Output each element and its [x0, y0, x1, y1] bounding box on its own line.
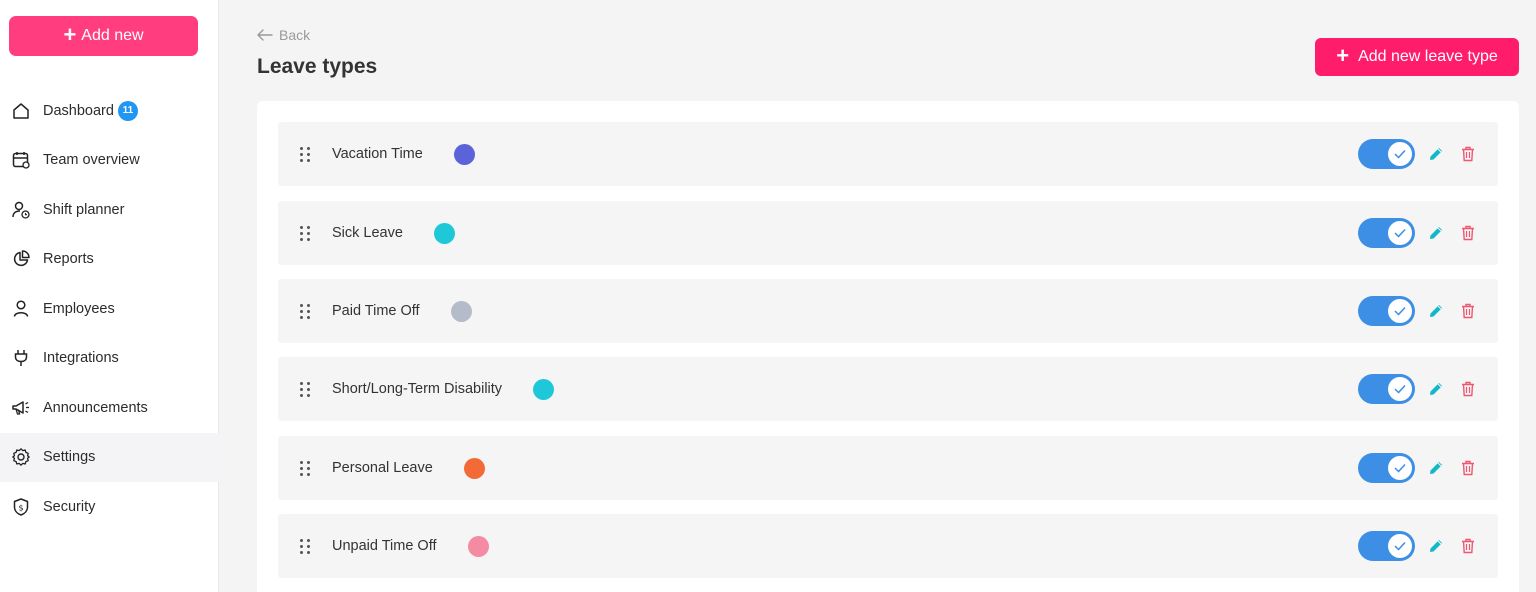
- row-actions: [1358, 201, 1477, 265]
- pencil-icon[interactable]: [1425, 457, 1447, 479]
- sidebar-nav: Dashboard 11 Team overview Shift planner…: [0, 86, 219, 532]
- sidebar: + Add new Dashboard 11 Team overview Shi…: [0, 0, 219, 592]
- drag-handle-icon[interactable]: [300, 379, 310, 399]
- leave-type-row: Sick Leave: [278, 201, 1498, 265]
- drag-handle-icon[interactable]: [300, 223, 310, 243]
- sidebar-item-employees[interactable]: Employees: [0, 284, 219, 334]
- drag-handle-icon[interactable]: [300, 301, 310, 321]
- main-content: Back Leave types + Add new leave type Va…: [220, 0, 1536, 592]
- home-icon: [10, 100, 32, 122]
- shield-icon: $: [10, 496, 32, 518]
- sidebar-item-label: Employees: [43, 300, 115, 317]
- sidebar-item-team-overview[interactable]: Team overview: [0, 136, 219, 186]
- sidebar-item-label: Shift planner: [43, 201, 125, 218]
- check-icon: [1388, 299, 1412, 323]
- check-icon: [1388, 377, 1412, 401]
- gear-icon: [10, 446, 32, 468]
- drag-handle-icon[interactable]: [300, 144, 310, 164]
- row-actions: [1358, 514, 1477, 578]
- leave-type-name: Sick Leave: [332, 225, 403, 241]
- calendar-icon: [10, 149, 32, 171]
- leave-type-row: Vacation Time: [278, 122, 1498, 186]
- check-icon: [1388, 142, 1412, 166]
- trash-icon[interactable]: [1459, 143, 1477, 165]
- sidebar-item-label: Dashboard: [43, 102, 114, 119]
- enabled-toggle[interactable]: [1358, 374, 1415, 404]
- sidebar-item-label: Settings: [43, 449, 96, 466]
- add-new-button[interactable]: + Add new: [9, 16, 198, 56]
- leave-types-list: Vacation Time Sick Leave Paid Time Off S…: [257, 101, 1519, 592]
- color-dot: [533, 378, 555, 400]
- check-icon: [1388, 534, 1412, 558]
- megaphone-icon: [10, 397, 32, 419]
- pencil-icon[interactable]: [1425, 300, 1447, 322]
- sidebar-item-label: Announcements: [43, 399, 148, 416]
- row-actions: [1358, 122, 1477, 186]
- pie-chart-icon: [10, 248, 32, 270]
- sidebar-item-label: Reports: [43, 251, 94, 268]
- add-new-label: Add new: [81, 27, 144, 44]
- leave-type-row: Paid Time Off: [278, 279, 1498, 343]
- sidebar-item-dashboard[interactable]: Dashboard 11: [0, 86, 219, 136]
- plug-icon: [10, 347, 32, 369]
- enabled-toggle[interactable]: [1358, 531, 1415, 561]
- pencil-icon[interactable]: [1425, 535, 1447, 557]
- sidebar-item-integrations[interactable]: Integrations: [0, 334, 219, 384]
- row-actions: [1358, 357, 1477, 421]
- leave-type-row: Personal Leave: [278, 436, 1498, 500]
- leave-type-name: Short/Long-Term Disability: [332, 381, 503, 397]
- enabled-toggle[interactable]: [1358, 139, 1415, 169]
- pencil-icon[interactable]: [1425, 222, 1447, 244]
- color-dot: [453, 143, 475, 165]
- back-label: Back: [279, 27, 311, 43]
- drag-handle-icon[interactable]: [300, 458, 310, 478]
- pencil-icon[interactable]: [1425, 378, 1447, 400]
- check-icon: [1388, 221, 1412, 245]
- color-dot: [467, 535, 489, 557]
- row-actions: [1358, 436, 1477, 500]
- enabled-toggle[interactable]: [1358, 296, 1415, 326]
- color-dot: [433, 222, 455, 244]
- add-type-label: Add new leave type: [1358, 48, 1498, 65]
- arrow-left-icon: [257, 29, 273, 41]
- notification-badge: 11: [117, 100, 138, 121]
- sidebar-item-label: Team overview: [43, 152, 140, 169]
- leave-type-name: Paid Time Off: [332, 303, 420, 319]
- leave-type-row: Short/Long-Term Disability: [278, 357, 1498, 421]
- user-clock-icon: [10, 199, 32, 221]
- enabled-toggle[interactable]: [1358, 453, 1415, 483]
- sidebar-item-label: Integrations: [43, 350, 119, 367]
- enabled-toggle[interactable]: [1358, 218, 1415, 248]
- leave-type-name: Personal Leave: [332, 460, 433, 476]
- sidebar-item-shift-planner[interactable]: Shift planner: [0, 185, 219, 235]
- pencil-icon[interactable]: [1425, 143, 1447, 165]
- trash-icon[interactable]: [1459, 535, 1477, 557]
- leave-type-name: Unpaid Time Off: [332, 538, 437, 554]
- plus-icon: +: [1336, 43, 1350, 68]
- drag-handle-icon[interactable]: [300, 536, 310, 556]
- row-actions: [1358, 279, 1477, 343]
- check-icon: [1388, 456, 1412, 480]
- sidebar-item-settings[interactable]: Settings: [0, 432, 219, 482]
- trash-icon[interactable]: [1459, 300, 1477, 322]
- leave-type-row: Unpaid Time Off: [278, 514, 1498, 578]
- plus-icon: +: [63, 22, 77, 47]
- trash-icon[interactable]: [1459, 378, 1477, 400]
- sidebar-item-reports[interactable]: Reports: [0, 235, 219, 285]
- user-icon: [10, 298, 32, 320]
- trash-icon[interactable]: [1459, 457, 1477, 479]
- sidebar-item-security[interactable]: $ Security: [0, 482, 219, 532]
- add-new-leave-type-button[interactable]: + Add new leave type: [1315, 38, 1519, 76]
- page-title: Leave types: [257, 55, 378, 78]
- color-dot: [463, 457, 485, 479]
- sidebar-item-announcements[interactable]: Announcements: [0, 383, 219, 433]
- sidebar-item-label: Security: [43, 498, 96, 515]
- color-dot: [450, 300, 472, 322]
- back-link[interactable]: Back: [257, 27, 310, 43]
- trash-icon[interactable]: [1459, 222, 1477, 244]
- svg-text:$: $: [18, 503, 23, 512]
- leave-type-name: Vacation Time: [332, 146, 423, 162]
